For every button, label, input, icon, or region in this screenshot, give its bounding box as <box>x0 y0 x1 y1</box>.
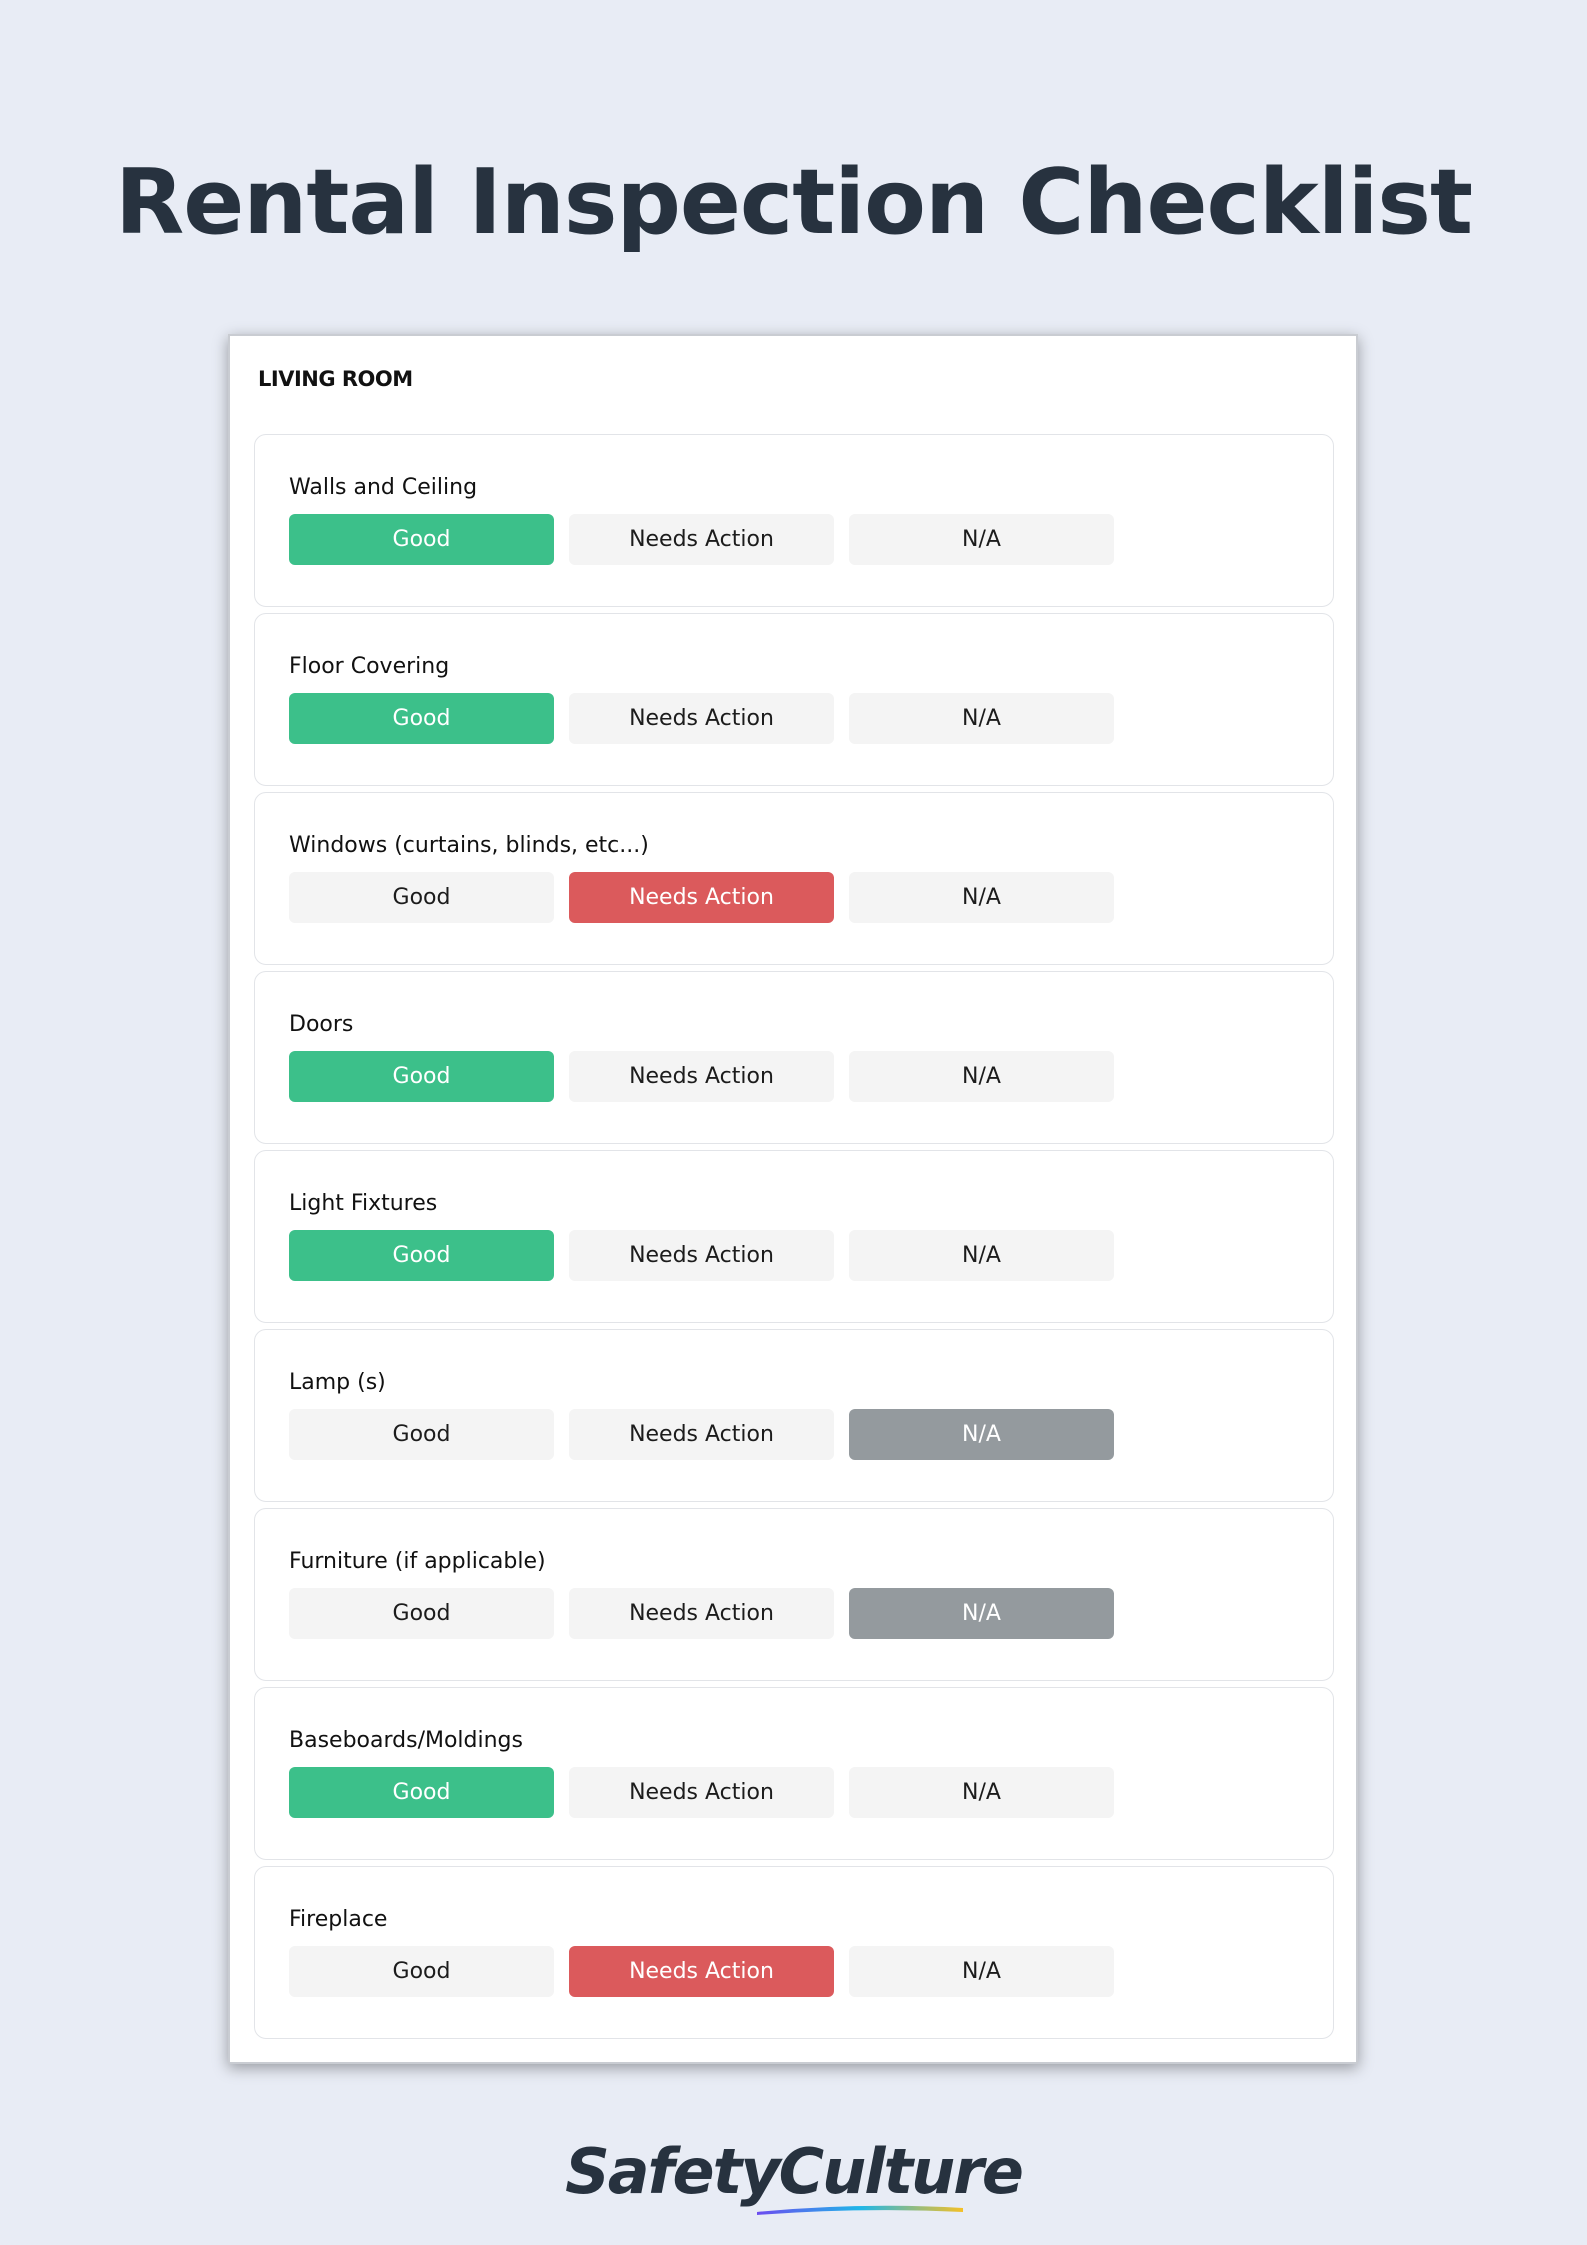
response-options: Good Needs Action N/A <box>289 1051 1114 1102</box>
option-good-button[interactable]: Good <box>289 1767 554 1818</box>
item-label: Floor Covering <box>289 654 450 679</box>
item-label: Lamp (s) <box>289 1370 386 1395</box>
checklist-sheet: LIVING ROOM Walls and Ceiling Good Needs A… <box>228 334 1358 2064</box>
option-na-button[interactable]: N/A <box>849 1946 1114 1997</box>
option-good-button[interactable]: Good <box>289 1230 554 1281</box>
option-na-button[interactable]: N/A <box>849 1051 1114 1102</box>
option-needs-action-button[interactable]: Needs Action <box>569 693 834 744</box>
response-options: Good Needs Action N/A <box>289 693 1114 744</box>
response-options: Good Needs Action N/A <box>289 1409 1114 1460</box>
item-label: Fireplace <box>289 1907 388 1932</box>
option-needs-action-button[interactable]: Needs Action <box>569 1946 834 1997</box>
option-good-button[interactable]: Good <box>289 1051 554 1102</box>
option-good-button[interactable]: Good <box>289 1946 554 1997</box>
option-na-button[interactable]: N/A <box>849 514 1114 565</box>
option-na-button[interactable]: N/A <box>849 1767 1114 1818</box>
footer-logo: SafetyCulture <box>0 2135 1587 2215</box>
response-options: Good Needs Action N/A <box>289 1230 1114 1281</box>
checklist-item-walls-and-ceiling: Walls and Ceiling Good Needs Action N/A <box>254 434 1334 607</box>
option-needs-action-button[interactable]: Needs Action <box>569 1051 834 1102</box>
section-title: LIVING ROOM <box>258 367 413 391</box>
item-label: Walls and Ceiling <box>289 475 478 500</box>
option-needs-action-button[interactable]: Needs Action <box>569 872 834 923</box>
option-good-button[interactable]: Good <box>289 1588 554 1639</box>
option-good-button[interactable]: Good <box>289 693 554 744</box>
logo-text: SafetyCulture <box>565 2135 1024 2208</box>
checklist-item-windows-curtains-blinds-etc: Windows (curtains, blinds, etc...) Good Ne… <box>254 792 1334 965</box>
option-na-button[interactable]: N/A <box>849 872 1114 923</box>
checklist-item-fireplace: Fireplace Good Needs Action N/A <box>254 1866 1334 2039</box>
option-needs-action-button[interactable]: Needs Action <box>569 1409 834 1460</box>
checklist-item-doors: Doors Good Needs Action N/A <box>254 971 1334 1144</box>
option-needs-action-button[interactable]: Needs Action <box>569 1767 834 1818</box>
item-label: Doors <box>289 1012 354 1037</box>
safetyculture-logo: SafetyCulture <box>565 2135 1024 2215</box>
response-options: Good Needs Action N/A <box>289 872 1114 923</box>
option-needs-action-button[interactable]: Needs Action <box>569 1588 834 1639</box>
checklist-items: Walls and Ceiling Good Needs Action N/A Floo… <box>254 434 1334 2045</box>
option-na-button[interactable]: N/A <box>849 1588 1114 1639</box>
option-good-button[interactable]: Good <box>289 1409 554 1460</box>
response-options: Good Needs Action N/A <box>289 1767 1114 1818</box>
logo-swoosh-icon <box>757 2205 964 2215</box>
item-label: Baseboards/Moldings <box>289 1728 523 1753</box>
item-label: Furniture (if applicable) <box>289 1549 546 1574</box>
option-needs-action-button[interactable]: Needs Action <box>569 1230 834 1281</box>
response-options: Good Needs Action N/A <box>289 514 1114 565</box>
page: Rental Inspection Checklist LIVING ROOM … <box>0 0 1587 2245</box>
checklist-item-furniture-if-applicable: Furniture (if applicable) Good Needs Actio… <box>254 1508 1334 1681</box>
option-na-button[interactable]: N/A <box>849 693 1114 744</box>
checklist-item-baseboards-moldings: Baseboards/Moldings Good Needs Action N/A <box>254 1687 1334 1860</box>
response-options: Good Needs Action N/A <box>289 1946 1114 1997</box>
item-label: Light Fixtures <box>289 1191 438 1216</box>
option-good-button[interactable]: Good <box>289 514 554 565</box>
option-na-button[interactable]: N/A <box>849 1230 1114 1281</box>
option-good-button[interactable]: Good <box>289 872 554 923</box>
option-needs-action-button[interactable]: Needs Action <box>569 514 834 565</box>
checklist-item-floor-covering: Floor Covering Good Needs Action N/A <box>254 613 1334 786</box>
item-label: Windows (curtains, blinds, etc...) <box>289 833 649 858</box>
response-options: Good Needs Action N/A <box>289 1588 1114 1639</box>
checklist-item-lamp-s: Lamp (s) Good Needs Action N/A <box>254 1329 1334 1502</box>
checklist-item-light-fixtures: Light Fixtures Good Needs Action N/A <box>254 1150 1334 1323</box>
option-na-button[interactable]: N/A <box>849 1409 1114 1460</box>
page-title: Rental Inspection Checklist <box>114 150 1473 255</box>
